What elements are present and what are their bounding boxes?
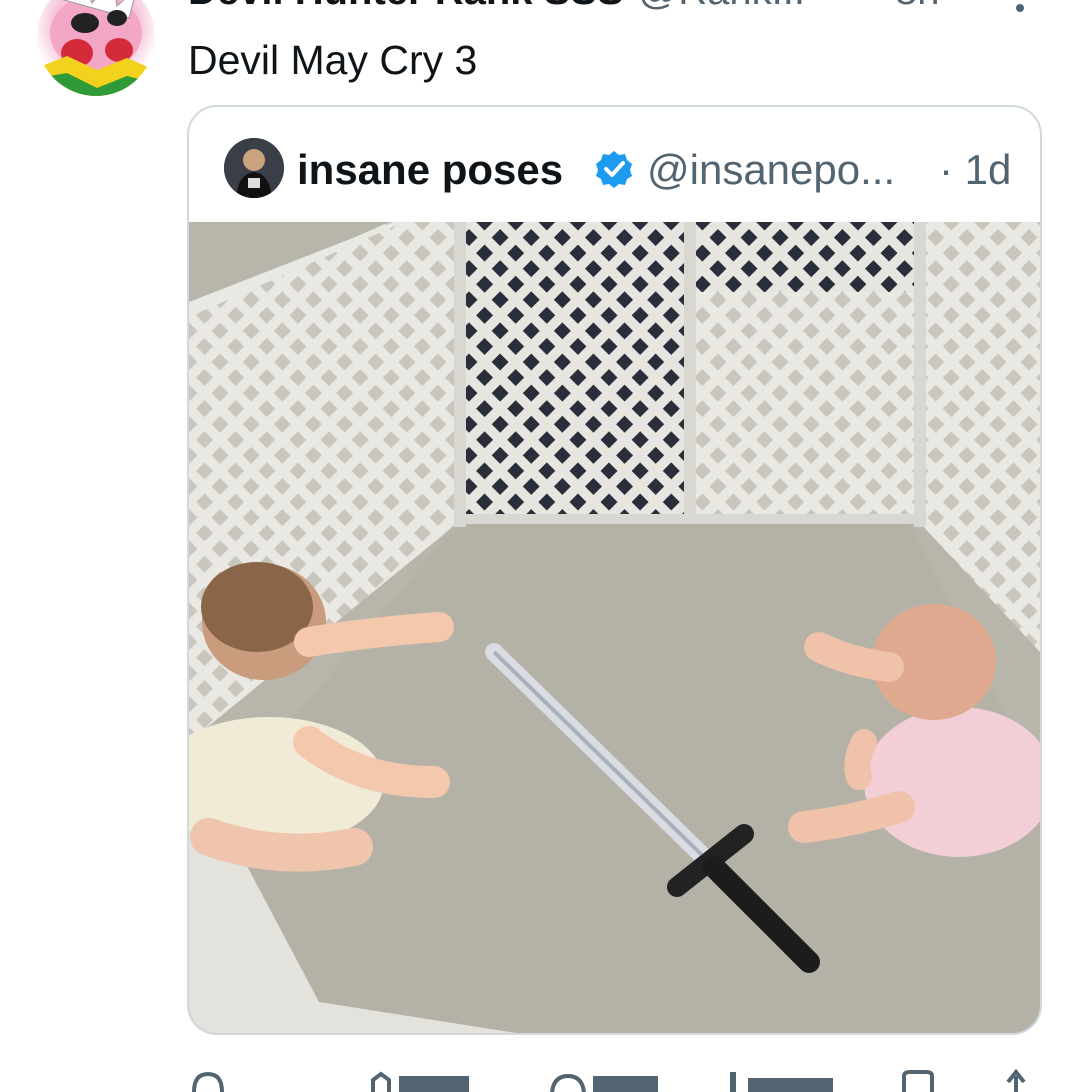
quoted-author-avatar[interactable] [224, 138, 284, 198]
post-time[interactable]: 8h [895, 0, 940, 16]
views-icon[interactable] [718, 1062, 838, 1092]
quoted-post-image[interactable] [189, 222, 1040, 1033]
quoted-post-time[interactable]: · 1d [939, 145, 1011, 195]
post-time-row: 8h [0, 0, 1080, 16]
reply-icon[interactable] [188, 1062, 228, 1092]
quoted-author-name[interactable]: insane poses [297, 145, 563, 195]
more-vertical-icon[interactable] [1010, 0, 1030, 20]
post-text: Devil May Cry 3 [188, 37, 478, 83]
share-icon[interactable] [996, 1062, 1036, 1092]
quoted-post-header: insane poses @insanepo... · 1d [189, 107, 1040, 222]
heart-icon[interactable] [548, 1062, 663, 1092]
quoted-author-handle[interactable]: @insanepo... [647, 145, 895, 195]
repost-icon[interactable] [363, 1062, 473, 1092]
quoted-post-card[interactable]: insane poses @insanepo... · 1d [187, 105, 1042, 1035]
bookmark-icon[interactable] [898, 1062, 938, 1092]
post-action-bar [188, 1062, 1040, 1092]
verified-badge-icon [596, 151, 632, 188]
